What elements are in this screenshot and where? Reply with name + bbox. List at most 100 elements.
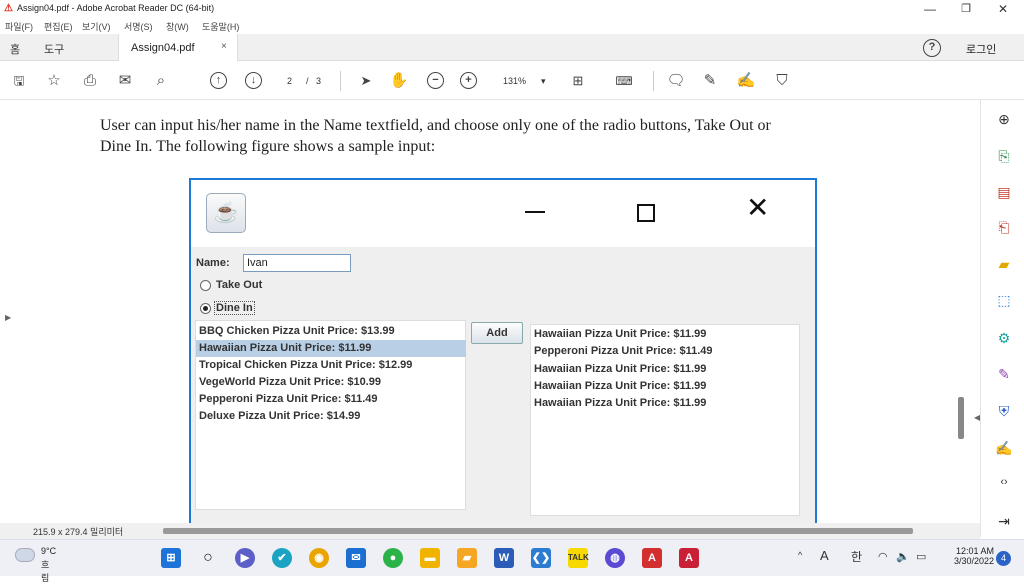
- file-explorer-icon[interactable]: ▬: [420, 548, 440, 568]
- notification-badge[interactable]: 4: [996, 551, 1011, 566]
- chrome-icon[interactable]: ◉: [309, 548, 329, 568]
- organize-pages-icon[interactable]: ▤: [995, 183, 1013, 201]
- zoom-in-icon[interactable]: +: [460, 72, 477, 89]
- acrobat-taskbar-icon[interactable]: A: [642, 548, 662, 568]
- zoom-tool-icon[interactable]: ⊕: [995, 110, 1013, 128]
- volume-icon[interactable]: 🔈: [896, 550, 910, 563]
- name-field[interactable]: [243, 254, 351, 272]
- windows-start-icon[interactable]: ⊞: [161, 548, 181, 568]
- email-icon[interactable]: ✉: [115, 71, 135, 91]
- mail-icon[interactable]: ✉: [346, 548, 366, 568]
- sign-icon[interactable]: ✍: [995, 439, 1013, 457]
- tab-bar: 홈 도구 Assign04.pdf × ? 로그인: [0, 34, 1024, 61]
- login-button[interactable]: 로그인: [966, 41, 996, 57]
- highlight-pen-icon[interactable]: ✎: [700, 71, 720, 91]
- export-pdf-icon[interactable]: ⎘: [995, 147, 1013, 165]
- comment-tool-icon[interactable]: ▰: [995, 255, 1013, 273]
- red-app-icon[interactable]: A: [679, 548, 699, 568]
- order-item[interactable]: Pepperoni Pizza Unit Price: $11.49: [534, 345, 713, 357]
- select-cursor-icon[interactable]: ➤: [356, 71, 376, 91]
- list-item[interactable]: Tropical Chicken Pizza Unit Price: $12.9…: [196, 357, 466, 374]
- star-icon[interactable]: ☆: [44, 71, 64, 91]
- list-item[interactable]: Pepperoni Pizza Unit Price: $11.49: [196, 391, 466, 408]
- word-icon[interactable]: W: [494, 548, 514, 568]
- tray-overflow-icon[interactable]: ^: [798, 550, 802, 560]
- close-window-button[interactable]: ✕: [988, 2, 1018, 18]
- vpn-icon[interactable]: ✔: [272, 548, 292, 568]
- document-view[interactable]: ▶ User can input his/her name in the Nam…: [0, 100, 980, 523]
- minimize-button[interactable]: —: [915, 2, 945, 18]
- tab-tools[interactable]: 도구: [44, 41, 64, 57]
- menu-help[interactable]: 도움말(H): [202, 20, 239, 33]
- stamp-icon[interactable]: ⛉: [772, 71, 792, 91]
- radio-dinein[interactable]: [200, 303, 211, 314]
- order-list[interactable]: Hawaiian Pizza Unit Price: $11.99 Pepper…: [530, 324, 800, 516]
- horizontal-scrollbar[interactable]: [163, 528, 913, 534]
- protect-icon[interactable]: ⛨: [995, 402, 1013, 420]
- radio-dinein-label[interactable]: Dine In: [214, 301, 255, 315]
- tab-home[interactable]: 홈: [10, 41, 20, 57]
- add-button[interactable]: Add: [471, 322, 523, 344]
- close-tab-icon[interactable]: ×: [221, 41, 227, 52]
- page-current[interactable]: 2: [287, 76, 292, 86]
- draw-tool-icon[interactable]: ✎: [995, 365, 1013, 383]
- window-title: Assign04.pdf - Adobe Acrobat Reader DC (…: [17, 3, 215, 13]
- list-item[interactable]: BBQ Chicken Pizza Unit Price: $13.99: [196, 323, 466, 340]
- scroll-arrows-icon[interactable]: ‹›: [995, 473, 1013, 491]
- menu-view[interactable]: 보기(V): [82, 20, 111, 33]
- panel-splitter[interactable]: [958, 397, 964, 439]
- tab-document[interactable]: Assign04.pdf ×: [118, 34, 238, 61]
- vscode-icon[interactable]: ❮❯: [531, 548, 551, 568]
- toolbar: 🖫 ☆ ⎙ ✉ ⌕ ↑ ↓ 2 / 3 ➤ ✋ − + 131% ▾ ⊞ ⌨ 🗨…: [0, 62, 1024, 100]
- zoom-out-icon[interactable]: −: [427, 72, 444, 89]
- teams-icon[interactable]: ▶: [235, 548, 255, 568]
- left-panel-toggle-icon[interactable]: ▶: [5, 313, 11, 322]
- comment-icon[interactable]: 🗨: [666, 71, 686, 91]
- input-lang-a[interactable]: A: [820, 548, 829, 563]
- expand-panel-icon[interactable]: ⇥: [995, 512, 1013, 530]
- radio-takeout-label[interactable]: Take Out: [216, 279, 262, 291]
- menu-window[interactable]: 창(W): [166, 20, 189, 33]
- battery-icon[interactable]: ▭: [916, 550, 926, 563]
- edit-pdf-icon[interactable]: ⬚: [995, 291, 1013, 309]
- document-paragraph-line-1: User can input his/her name in the Name …: [100, 117, 771, 134]
- menu-edit[interactable]: 편집(E): [44, 20, 73, 33]
- print-icon[interactable]: ⎙: [80, 71, 100, 91]
- kakaotalk-icon[interactable]: TALK: [568, 548, 589, 568]
- sticky-notes-icon[interactable]: ▰: [457, 548, 477, 568]
- radio-takeout[interactable]: [200, 280, 211, 291]
- taskbar: 9°C 흐림 ⊞ ○ ▶ ✔ ◉ ✉ ● ▬ ▰ W ❮❯ TALK ◍ A A…: [0, 539, 1024, 583]
- hand-tool-icon[interactable]: ✋: [389, 71, 409, 91]
- input-lang-han[interactable]: 한: [851, 548, 862, 565]
- search-taskbar-icon[interactable]: ○: [198, 548, 218, 568]
- menu-sign[interactable]: 서명(S): [124, 20, 153, 33]
- order-item[interactable]: Hawaiian Pizza Unit Price: $11.99: [534, 363, 706, 375]
- fill-sign-icon[interactable]: ⚙: [995, 329, 1013, 347]
- zoom-level[interactable]: 131%: [503, 76, 526, 86]
- create-pdf-icon[interactable]: ⎗: [995, 218, 1013, 236]
- page-up-icon[interactable]: ↑: [210, 72, 227, 89]
- search-icon[interactable]: ⌕: [151, 71, 171, 91]
- browser-app-icon[interactable]: ◍: [605, 548, 625, 568]
- draw-icon[interactable]: ✍: [736, 71, 756, 91]
- order-item[interactable]: Hawaiian Pizza Unit Price: $11.99: [534, 328, 706, 340]
- menu-list[interactable]: BBQ Chicken Pizza Unit Price: $13.99 Haw…: [195, 320, 466, 510]
- green-app-icon[interactable]: ●: [383, 548, 403, 568]
- fit-page-icon[interactable]: ⊞: [568, 71, 588, 91]
- page-total: 3: [316, 76, 322, 86]
- keyboard-icon[interactable]: ⌨: [614, 71, 634, 91]
- list-item[interactable]: VegeWorld Pizza Unit Price: $10.99: [196, 374, 466, 391]
- order-item[interactable]: Hawaiian Pizza Unit Price: $11.99: [534, 380, 706, 392]
- wifi-icon[interactable]: ◠: [878, 550, 888, 563]
- order-item[interactable]: Hawaiian Pizza Unit Price: $11.99: [534, 397, 706, 409]
- save-icon[interactable]: 🖫: [9, 71, 29, 91]
- clock[interactable]: 12:01 AM 3/30/2022: [946, 546, 994, 566]
- chevron-down-icon[interactable]: ▾: [541, 76, 546, 87]
- menu-file[interactable]: 파일(F): [5, 20, 33, 33]
- weather-condition: 흐림: [41, 560, 50, 583]
- page-down-icon[interactable]: ↓: [245, 72, 262, 89]
- restore-button[interactable]: ❐: [951, 2, 981, 18]
- list-item-selected[interactable]: Hawaiian Pizza Unit Price: $11.99: [196, 340, 466, 357]
- list-item[interactable]: Deluxe Pizza Unit Price: $14.99: [196, 408, 466, 425]
- help-icon[interactable]: ?: [923, 39, 941, 57]
